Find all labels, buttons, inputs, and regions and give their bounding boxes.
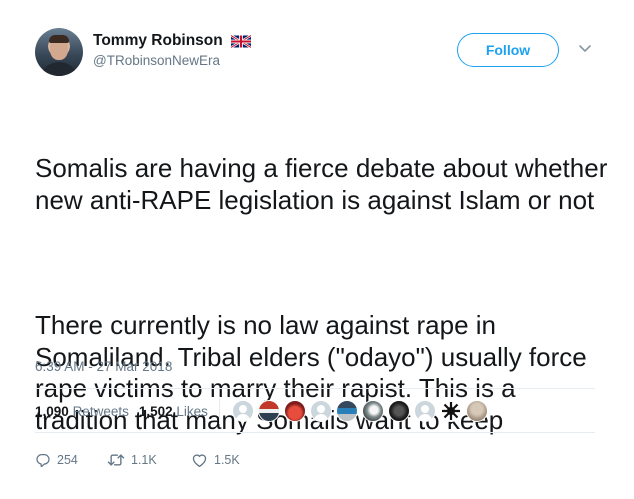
retweet-icon	[107, 454, 125, 466]
stats-separator	[219, 398, 220, 424]
reply-button[interactable]: 254	[35, 452, 107, 468]
liker-avatar[interactable]	[388, 400, 410, 422]
author-handle[interactable]: @TRobinsonNewEra	[93, 53, 251, 68]
author-display-name[interactable]: Tommy Robinson	[93, 32, 223, 50]
retweets-stat[interactable]: 1,090 Retweets	[35, 404, 129, 419]
follow-button[interactable]: Follow	[457, 33, 559, 67]
retweets-label: Retweets	[72, 404, 129, 419]
liker-avatar[interactable]	[414, 400, 436, 422]
likes-stat[interactable]: 1,502 Likes	[139, 404, 208, 419]
uk-flag-icon	[231, 34, 252, 48]
likes-label: Likes	[176, 404, 208, 419]
likes-count: 1,502	[138, 404, 173, 419]
liker-avatar[interactable]	[466, 400, 488, 422]
liker-avatar[interactable]	[284, 400, 306, 422]
reply-count: 254	[57, 453, 78, 467]
retweets-count: 1,090	[35, 404, 69, 419]
tweet-actions: 254 1.1K 1.5K	[35, 452, 271, 468]
tweet-card: Tommy Robinson @TRobinsonNewEra Follow S…	[0, 0, 634, 495]
liker-avatar[interactable]	[232, 400, 254, 422]
like-button[interactable]: 1.5K	[191, 452, 271, 468]
tweet-timestamp[interactable]: 6:39 AM - 27 Mar 2018	[35, 359, 172, 374]
liker-avatar[interactable]	[310, 400, 332, 422]
tweet-text: Somalis are having a fierce debate about…	[35, 90, 615, 499]
reply-icon	[36, 454, 50, 468]
engagement-stats: 1,090 Retweets 1,502 Likes	[35, 404, 218, 419]
divider	[35, 432, 595, 433]
liker-avatar[interactable]	[258, 400, 280, 422]
liker-avatars	[232, 400, 492, 422]
divider	[35, 388, 595, 389]
author-avatar[interactable]	[35, 28, 83, 76]
liker-avatar[interactable]	[440, 400, 462, 422]
author-name-block: Tommy Robinson @TRobinsonNewEra	[93, 32, 252, 68]
chevron-down-icon[interactable]	[578, 44, 592, 54]
liker-avatar[interactable]	[362, 400, 384, 422]
retweet-button[interactable]: 1.1K	[107, 452, 191, 468]
like-count: 1.5K	[214, 453, 240, 467]
heart-icon	[192, 454, 207, 468]
liker-avatar[interactable]	[336, 400, 358, 422]
tweet-paragraph: Somalis are having a fierce debate about…	[35, 153, 615, 215]
black-sun-icon	[442, 402, 460, 420]
retweet-count: 1.1K	[131, 453, 157, 467]
